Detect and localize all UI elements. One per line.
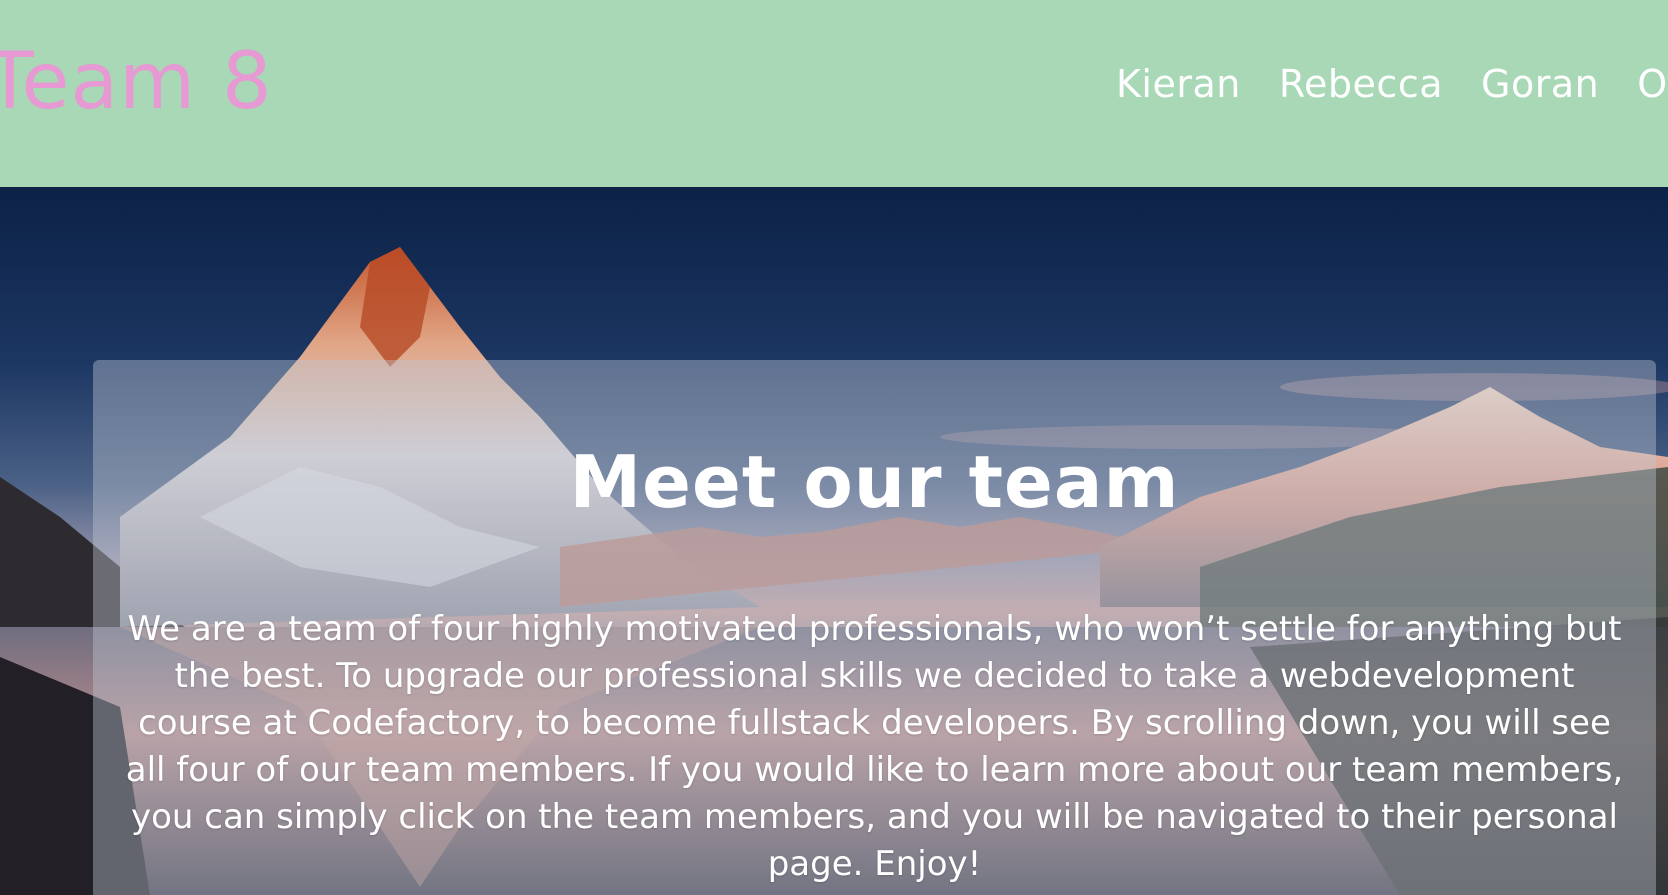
nav-link-kieran[interactable]: Kieran (1116, 58, 1241, 110)
nav-link-rebecca[interactable]: Rebecca (1279, 58, 1443, 110)
nav-links: Kieran Rebecca Goran Or (1116, 58, 1668, 110)
intro-card: Meet our team We are a team of four high… (93, 360, 1656, 895)
page: Team 8 Kieran Rebecca Goran Or (0, 0, 1668, 895)
navbar: Team 8 Kieran Rebecca Goran Or (0, 0, 1668, 187)
brand-logo-link[interactable]: Team 8 (0, 32, 273, 132)
nav-link-fourth[interactable]: Or (1637, 58, 1668, 110)
intro-paragraph: We are a team of four highly motivated p… (125, 609, 1624, 884)
page-title: Meet our team (569, 440, 1180, 524)
nav-link-goran[interactable]: Goran (1481, 58, 1599, 110)
